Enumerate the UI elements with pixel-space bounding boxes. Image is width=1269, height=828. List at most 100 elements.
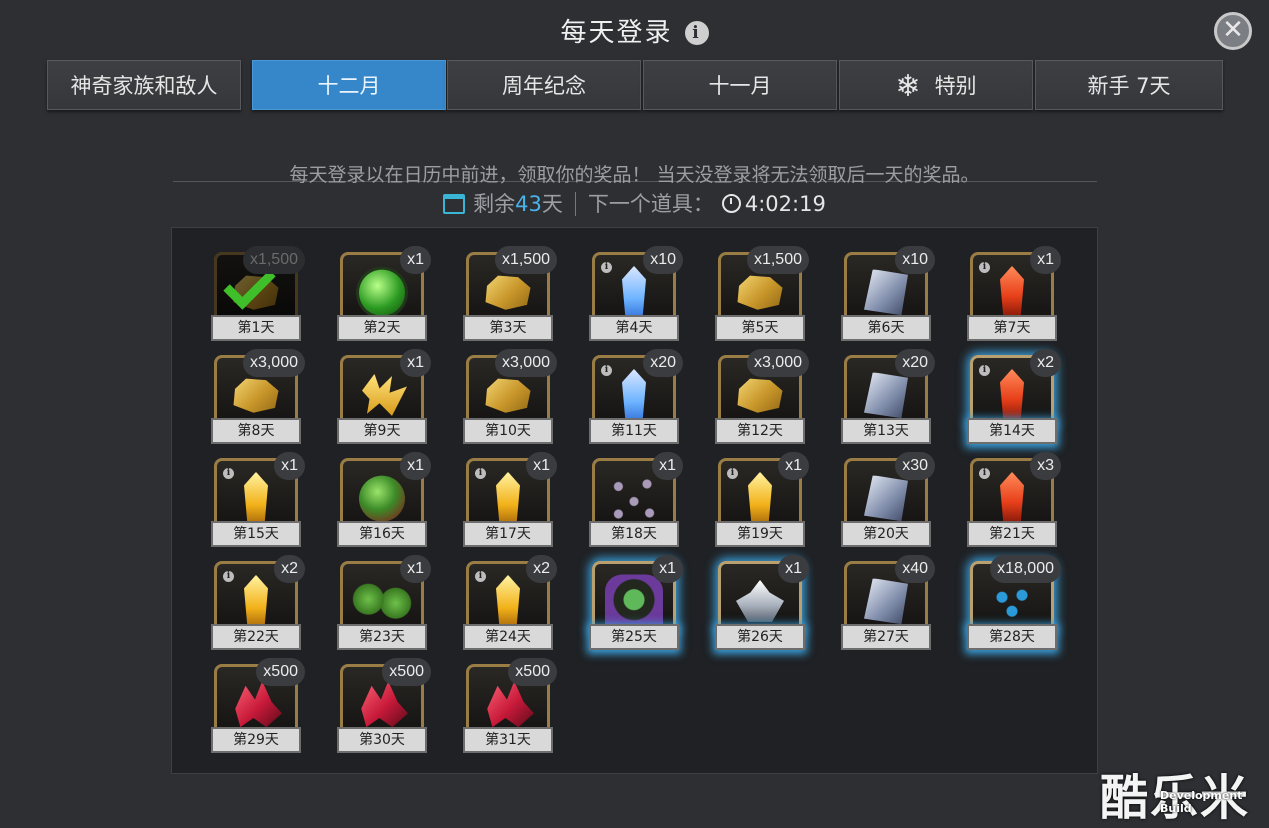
- reward-quantity: x20: [895, 349, 935, 377]
- reward-quantity: x20: [643, 349, 683, 377]
- info-icon[interactable]: i: [601, 365, 612, 376]
- reward-day-29[interactable]: x500 第29天: [211, 658, 305, 753]
- day-label: 第11天: [589, 418, 679, 444]
- reward-day-9[interactable]: x1 第9天: [337, 349, 431, 444]
- reward-day-14[interactable]: i x2 第14天: [967, 349, 1061, 444]
- tab-monsters-and-enemies[interactable]: 神奇家族和敌人: [47, 60, 241, 110]
- info-icon[interactable]: i: [684, 21, 709, 45]
- reward-day-26[interactable]: x1 第26天: [715, 555, 809, 650]
- tab-november[interactable]: 十一月: [643, 60, 837, 110]
- reward-day-27[interactable]: x40 第27天: [841, 555, 935, 650]
- reward-quantity: x40: [895, 555, 935, 583]
- info-icon[interactable]: i: [601, 262, 612, 273]
- red-crystal-icon: [1000, 265, 1024, 320]
- day-label: 第19天: [715, 521, 805, 547]
- reward-day-7[interactable]: i x1 第7天: [967, 246, 1061, 341]
- day-label: 第28天: [967, 624, 1057, 650]
- day-label: 第20天: [841, 521, 931, 547]
- earth-orb-icon: [359, 475, 405, 522]
- info-icon[interactable]: i: [979, 262, 990, 273]
- yellow-crystal-icon: [496, 471, 520, 526]
- reward-day-8[interactable]: x3,000 第8天: [211, 349, 305, 444]
- info-icon[interactable]: i: [223, 468, 234, 479]
- ruby-icon: [361, 681, 408, 728]
- remaining-prefix: 剩余: [473, 192, 516, 216]
- reward-day-13[interactable]: x20 第13天: [841, 349, 935, 444]
- reward-day-6[interactable]: x10 第6天: [841, 246, 935, 341]
- reward-quantity: x1: [526, 452, 557, 480]
- reward-day-4[interactable]: i x10 第4天: [589, 246, 683, 341]
- reward-day-28[interactable]: x18,000 第28天: [967, 555, 1061, 650]
- reward-day-11[interactable]: i x20 第11天: [589, 349, 683, 444]
- next-item-label: 下一个道具：: [587, 192, 714, 216]
- reward-day-20[interactable]: x30 第20天: [841, 452, 935, 547]
- countdown-timer: 4:02:19: [744, 192, 826, 216]
- red-crystal-icon: [1000, 368, 1024, 423]
- dev-build-label: Development Build: [1160, 789, 1243, 815]
- reward-day-16[interactable]: x1 第16天: [337, 452, 431, 547]
- reward-day-3[interactable]: x1,500 第3天: [463, 246, 557, 341]
- reward-day-18[interactable]: x1 第18天: [589, 452, 683, 547]
- separator: [574, 192, 576, 216]
- info-icon[interactable]: i: [979, 468, 990, 479]
- reward-day-24[interactable]: i x2 第24天: [463, 555, 557, 650]
- reward-quantity: x1: [1030, 246, 1061, 274]
- reward-day-23[interactable]: x1 第23天: [337, 555, 431, 650]
- molecule-icon: [987, 580, 1037, 621]
- day-label: 第21天: [967, 521, 1057, 547]
- reward-day-30[interactable]: x500 第30天: [337, 658, 431, 753]
- day-label: 第1天: [211, 315, 301, 341]
- reward-day-12[interactable]: x3,000 第12天: [715, 349, 809, 444]
- day-label: 第10天: [463, 418, 553, 444]
- day-label: 第18天: [589, 521, 679, 547]
- reward-quantity: x1: [400, 246, 431, 274]
- tab-label: 十一月: [708, 74, 772, 98]
- day-label: 第4天: [589, 315, 679, 341]
- day-label: 第22天: [211, 624, 301, 650]
- day-label: 第16天: [337, 521, 427, 547]
- reward-quantity: x2: [526, 555, 557, 583]
- day-label: 第25天: [589, 624, 679, 650]
- reward-quantity: x18,000: [990, 555, 1061, 583]
- reward-day-19[interactable]: i x1 第19天: [715, 452, 809, 547]
- reward-day-10[interactable]: x3,000 第10天: [463, 349, 557, 444]
- tab-newbie-7-days[interactable]: 新手 7天: [1035, 60, 1223, 110]
- reward-day-15[interactable]: i x1 第15天: [211, 452, 305, 547]
- page-title: 每天登录 i: [0, 12, 1269, 49]
- reward-quantity: x500: [256, 658, 305, 686]
- info-icon[interactable]: i: [475, 468, 486, 479]
- tab-december[interactable]: 十二月: [252, 60, 446, 110]
- day-label: 第15天: [211, 521, 301, 547]
- day-label: 第27天: [841, 624, 931, 650]
- day-label: 第30天: [337, 727, 427, 753]
- reward-day-31[interactable]: x500 第31天: [463, 658, 557, 753]
- reward-quantity: x3: [1030, 452, 1061, 480]
- reward-quantity: x1,500: [494, 246, 557, 274]
- reward-day-5[interactable]: x1,500 第5天: [715, 246, 809, 341]
- reward-quantity: x3,000: [242, 349, 305, 377]
- close-button[interactable]: ✕: [1214, 12, 1252, 50]
- info-icon[interactable]: i: [475, 571, 486, 582]
- ruby-icon: [487, 681, 534, 728]
- tab-label: 特别: [934, 74, 977, 98]
- day-label: 第3天: [463, 315, 553, 341]
- reward-day-1[interactable]: x1,500 第1天: [211, 246, 305, 341]
- info-icon[interactable]: i: [727, 468, 738, 479]
- reward-day-25[interactable]: x1 第25天: [589, 555, 683, 650]
- reward-quantity: x1: [400, 452, 431, 480]
- info-icon[interactable]: i: [979, 365, 990, 376]
- calendar-icon: [443, 194, 466, 214]
- reward-day-17[interactable]: i x1 第17天: [463, 452, 557, 547]
- info-icon[interactable]: i: [223, 571, 234, 582]
- tab-anniversary[interactable]: 周年纪念: [447, 60, 641, 110]
- reward-day-21[interactable]: i x3 第21天: [967, 452, 1061, 547]
- day-label: 第2天: [337, 315, 427, 341]
- timer-icon: [721, 194, 741, 213]
- silver-shard-icon: [864, 578, 908, 625]
- day-label: 第23天: [337, 624, 427, 650]
- reward-day-22[interactable]: i x2 第22天: [211, 555, 305, 650]
- green-orb-icon: [359, 269, 405, 316]
- day-label: 第9天: [337, 418, 427, 444]
- tab-special[interactable]: ❄ 特别: [839, 60, 1033, 110]
- reward-day-2[interactable]: x1 第2天: [337, 246, 431, 341]
